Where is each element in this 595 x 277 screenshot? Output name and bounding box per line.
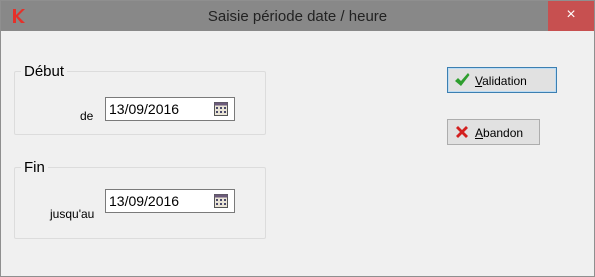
close-button[interactable]: × <box>548 1 594 31</box>
debut-legend: Début <box>24 63 65 80</box>
calendar-icon[interactable] <box>214 102 228 116</box>
end-date-value: 13/09/2016 <box>109 193 180 209</box>
title-bar[interactable]: Saisie période date / heure × <box>1 1 594 31</box>
validation-label: Validation <box>475 74 527 88</box>
fin-label: jusqu'au <box>50 207 95 221</box>
calendar-icon[interactable] <box>214 194 228 208</box>
end-date-field[interactable]: 13/09/2016 <box>105 189 235 213</box>
cross-icon <box>456 126 468 138</box>
validation-button[interactable]: Validation <box>447 67 557 93</box>
start-date-value: 13/09/2016 <box>109 101 180 117</box>
start-date-field[interactable]: 13/09/2016 <box>105 97 235 121</box>
debut-label: de <box>80 109 94 123</box>
dialog-window: Saisie période date / heure × Début de 1… <box>0 0 595 277</box>
check-icon <box>455 73 470 86</box>
fin-legend: Fin <box>24 159 45 176</box>
window-title: Saisie période date / heure <box>207 8 388 25</box>
abandon-button[interactable]: Abandon <box>447 119 540 145</box>
dialog-body: Début de 13/09/2016 Fin jusqu'au 13/09/2… <box>8 31 587 269</box>
abandon-label: Abandon <box>475 126 524 140</box>
